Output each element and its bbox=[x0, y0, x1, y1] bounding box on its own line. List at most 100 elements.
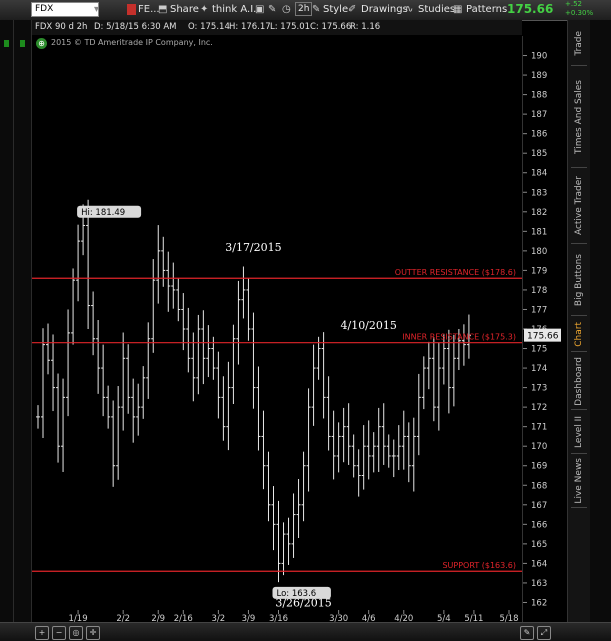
x-tick-label: 5/18 bbox=[499, 614, 518, 622]
price-chart-svg[interactable]: OUTTER RESISTANCE ($178.6) INNER RESISTAN… bbox=[32, 36, 522, 622]
side-tab-label: Chart bbox=[574, 321, 584, 347]
side-tab-trade[interactable]: Trade bbox=[568, 22, 590, 64]
zoom-in-icon[interactable]: + bbox=[35, 626, 49, 640]
y-tick-label: 187 bbox=[531, 110, 547, 120]
price-bar bbox=[91, 291, 96, 356]
y-tick-label: 171 bbox=[531, 423, 547, 433]
y-tick-label: 178 bbox=[531, 286, 547, 296]
share-button[interactable]: Share bbox=[170, 2, 199, 17]
x-tick-label: 1/19 bbox=[69, 614, 88, 622]
left-secondary-panel[interactable] bbox=[14, 20, 32, 622]
price-bar bbox=[36, 405, 40, 429]
settings-icon[interactable]: ▣ bbox=[255, 2, 264, 17]
y-tick-label: 180 bbox=[531, 247, 547, 257]
tab-label[interactable]: FE... bbox=[138, 2, 160, 17]
wrench-icon[interactable]: ✎ bbox=[268, 2, 276, 17]
side-tab-label: Active Trader bbox=[574, 176, 584, 236]
x-tick-label: 3/9 bbox=[242, 614, 256, 622]
price-bar bbox=[161, 236, 166, 287]
side-tab-label: Times And Sales bbox=[574, 80, 584, 154]
price-bar bbox=[101, 344, 106, 417]
y-tick-label: 190 bbox=[531, 52, 547, 62]
price-bar bbox=[276, 500, 281, 583]
price-bar bbox=[341, 407, 346, 463]
y-tick-label: 184 bbox=[531, 169, 547, 179]
think-ai-button[interactable]: think A.I. bbox=[212, 2, 256, 17]
price-bar bbox=[271, 486, 276, 551]
price-bar bbox=[131, 378, 136, 443]
price-bar bbox=[176, 278, 181, 322]
price-bar bbox=[241, 266, 246, 319]
price-tag-text: Lo: 163.6 bbox=[277, 589, 317, 599]
price-bar bbox=[286, 517, 291, 565]
side-tab-separator bbox=[571, 409, 587, 410]
side-tab-times-and-sales[interactable]: Times And Sales bbox=[568, 68, 590, 166]
magnifier-icon[interactable]: ◎ bbox=[69, 626, 83, 640]
studies-icon[interactable]: ∿ bbox=[405, 2, 413, 17]
chart-bottom-bar: + − ◎ ✛ ✎ ⤢ bbox=[0, 622, 611, 641]
link-color-icon[interactable] bbox=[127, 4, 136, 15]
patterns-icon[interactable]: ▦ bbox=[453, 2, 462, 17]
patterns-button[interactable]: Patterns bbox=[466, 2, 507, 17]
drawing-tools-icon[interactable]: ✎ bbox=[520, 626, 534, 640]
symbol-dropdown-icon[interactable]: ▾ bbox=[94, 2, 99, 17]
symbol-input[interactable]: FDX bbox=[31, 2, 99, 17]
studies-button[interactable]: Studies bbox=[418, 2, 455, 17]
price-bar bbox=[311, 344, 316, 426]
side-tab-chart[interactable]: Chart bbox=[568, 318, 590, 350]
think-ai-icon[interactable]: ✦ bbox=[200, 2, 208, 17]
drawings-button[interactable]: Drawings bbox=[361, 2, 408, 17]
price-bar bbox=[421, 356, 426, 410]
right-side-tabs: Trade Times And Sales Active Trader Big But… bbox=[567, 20, 590, 622]
price-bar bbox=[231, 324, 236, 405]
price-bar bbox=[196, 314, 201, 395]
zoom-out-icon[interactable]: − bbox=[52, 626, 66, 640]
price-bar bbox=[336, 422, 341, 473]
side-tab-active-trader[interactable]: Active Trader bbox=[568, 170, 590, 242]
price-chart[interactable]: OUTTER RESISTANCE ($178.6) INNER RESISTAN… bbox=[32, 36, 522, 622]
price-bar bbox=[441, 334, 446, 385]
price-bar bbox=[376, 407, 381, 472]
price-bar bbox=[396, 425, 401, 471]
price-bar bbox=[206, 325, 211, 378]
x-tick-label: 4/20 bbox=[394, 614, 413, 622]
style-button[interactable]: Style bbox=[323, 2, 348, 17]
price-bar bbox=[331, 410, 336, 480]
y-tick-label: 170 bbox=[531, 442, 547, 452]
price-bar bbox=[436, 342, 441, 431]
price-bar bbox=[111, 400, 116, 487]
price-bar bbox=[66, 309, 71, 417]
price-bar bbox=[56, 373, 61, 463]
y-tick-label: 183 bbox=[531, 188, 547, 198]
price-bar bbox=[321, 332, 326, 419]
share-icon[interactable]: ⬒ bbox=[158, 2, 167, 17]
y-tick-label: 189 bbox=[531, 71, 547, 81]
side-tab-big-buttons[interactable]: Big Buttons bbox=[568, 246, 590, 314]
price-bar bbox=[356, 449, 361, 497]
drawings-icon[interactable]: ✐ bbox=[348, 2, 356, 17]
left-linked-panel[interactable] bbox=[0, 20, 14, 622]
open-value: O: 175.14 bbox=[188, 22, 230, 32]
crosshair-icon[interactable]: ✛ bbox=[86, 626, 100, 640]
side-tab-label: Level II bbox=[574, 416, 584, 448]
y-tick-label: 174 bbox=[531, 364, 547, 374]
y-tick-label: 168 bbox=[531, 481, 547, 491]
aggregation-selector[interactable]: 2h bbox=[295, 2, 313, 16]
price-bar bbox=[281, 522, 286, 576]
price-axis[interactable]: 162 163 164 165 166 167 168 169 170 171 172 173 174 1… bbox=[522, 36, 563, 622]
side-tab-level-ii[interactable]: Level II bbox=[568, 412, 590, 452]
price-bar bbox=[301, 451, 306, 522]
expand-icon[interactable]: ⤢ bbox=[537, 626, 551, 640]
y-tick-label: 173 bbox=[531, 384, 547, 394]
price-bar bbox=[306, 388, 311, 492]
y-tick-label: 181 bbox=[531, 227, 547, 237]
net-change: +.52 bbox=[565, 0, 582, 8]
style-icon[interactable]: ✎ bbox=[312, 2, 320, 17]
side-tab-dashboard[interactable]: Dashboard bbox=[568, 354, 590, 408]
price-bar bbox=[351, 434, 356, 478]
y-tick-label: 188 bbox=[531, 91, 547, 101]
y-tick-label: 165 bbox=[531, 540, 547, 550]
price-bar bbox=[146, 322, 151, 399]
price-bar bbox=[141, 366, 146, 419]
side-tab-live-news[interactable]: Live News bbox=[568, 456, 590, 506]
